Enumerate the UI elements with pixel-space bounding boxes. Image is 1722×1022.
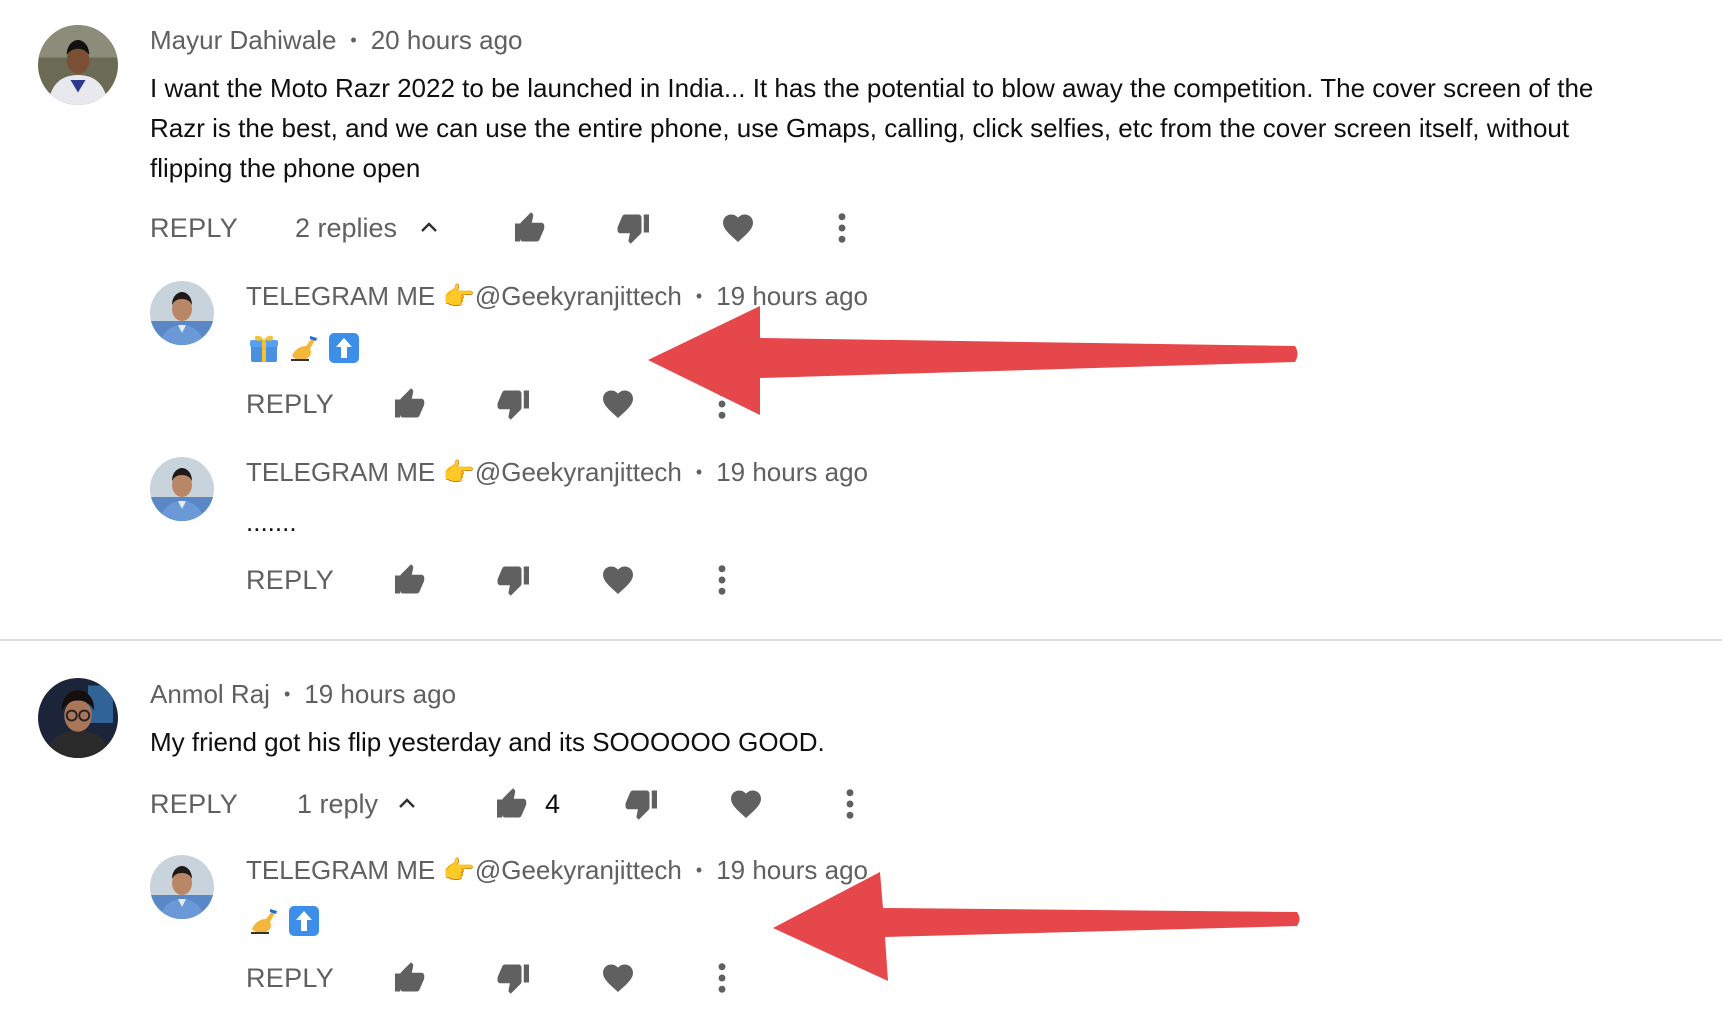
comment-text: I want the Moto Razr 2022 to be launched… [150,73,1594,183]
heart-icon[interactable] [600,562,636,598]
dot-separator: • [695,462,703,482]
replies-toggle-button[interactable]: 1 reply [297,782,427,826]
author-name[interactable]: Mayur Dahiwale [150,25,336,55]
more-options-icon[interactable] [832,786,868,822]
like-icon[interactable] [494,786,530,822]
dislike-icon[interactable] [624,786,660,822]
comment-text: My friend got his flip yesterday and its… [150,727,825,757]
like-icon[interactable] [392,960,428,996]
dot-separator: • [283,684,291,704]
avatar[interactable] [38,678,118,758]
comment-thread: Mayur Dahiwale • 20 hours ago I want the M… [0,0,1722,640]
like-icon[interactable] [512,210,548,246]
author-name[interactable]: Anmol Raj [150,679,270,709]
like-icon[interactable] [392,386,428,422]
reply-button[interactable]: REPLY [246,382,334,426]
up-arrow-icon [288,905,320,937]
gift-icon [248,332,280,364]
up-arrow-icon [328,332,360,364]
writing-hand-icon [288,332,320,364]
dislike-icon[interactable] [496,562,532,598]
reply-actions: REPLY [246,558,746,602]
reply-author-name[interactable]: TELEGRAM ME 👉@Geekyranjittech [246,855,682,885]
comment-timestamp[interactable]: 20 hours ago [371,25,523,55]
comment-header: Anmol Raj • 19 hours ago [150,677,456,711]
like-icon[interactable] [392,562,428,598]
dislike-icon[interactable] [496,386,532,422]
like-count: 4 [545,789,561,819]
chevron-up-icon [395,792,419,816]
reply-button[interactable]: REPLY [150,782,238,826]
dislike-icon[interactable] [616,210,652,246]
reply-header: TELEGRAM ME 👉@Geekyranjittech • 19 hours a… [246,279,868,313]
more-options-icon[interactable] [704,562,740,598]
reply-button[interactable]: REPLY [246,558,334,602]
reply-button[interactable]: REPLY [246,956,334,1000]
reply-emoji-text [248,899,328,939]
reply-avatar[interactable] [150,457,214,521]
reply-header: TELEGRAM ME 👉@Geekyranjittech • 19 hours a… [246,455,868,489]
writing-hand-icon [248,905,280,937]
reply-actions: REPLY [246,956,746,1000]
heart-icon[interactable] [600,386,636,422]
comment-actions: REPLY 2 replies [150,206,870,250]
reply-timestamp[interactable]: 19 hours ago [716,855,868,885]
reply-timestamp[interactable]: 19 hours ago [716,457,868,487]
replies-count-label: 1 reply [297,789,379,819]
replies-toggle-button[interactable]: 2 replies [295,206,445,250]
chevron-up-icon [417,216,441,240]
dislike-icon[interactable] [496,960,532,996]
reply-author-name[interactable]: TELEGRAM ME 👉@Geekyranjittech [246,281,682,311]
reply-emoji-text [248,326,368,366]
more-options-icon[interactable] [824,210,860,246]
reply-avatar[interactable] [150,855,214,919]
avatar[interactable] [38,25,118,105]
comment-thread: Anmol Raj • 19 hours ago My friend got his… [0,640,1722,1022]
dot-separator: • [695,286,703,306]
reply-author-name[interactable]: TELEGRAM ME 👉@Geekyranjittech [246,457,682,487]
comment-header: Mayur Dahiwale • 20 hours ago [150,23,523,57]
reply-timestamp[interactable]: 19 hours ago [716,281,868,311]
more-options-icon[interactable] [704,960,740,996]
reply-text: ....... [246,507,297,537]
reply-header: TELEGRAM ME 👉@Geekyranjittech • 19 hours a… [246,853,868,887]
dot-separator: • [350,30,357,50]
heart-icon[interactable] [720,210,756,246]
more-options-icon[interactable] [704,386,740,422]
heart-icon[interactable] [600,960,636,996]
dot-separator: • [695,860,703,880]
heart-icon[interactable] [728,786,764,822]
comment-timestamp[interactable]: 19 hours ago [304,679,456,709]
comment-actions: REPLY 1 reply 4 [150,782,870,826]
replies-count-label: 2 replies [295,213,398,243]
reply-button[interactable]: REPLY [150,206,238,250]
reply-actions: REPLY [246,382,746,426]
reply-avatar[interactable] [150,281,214,345]
